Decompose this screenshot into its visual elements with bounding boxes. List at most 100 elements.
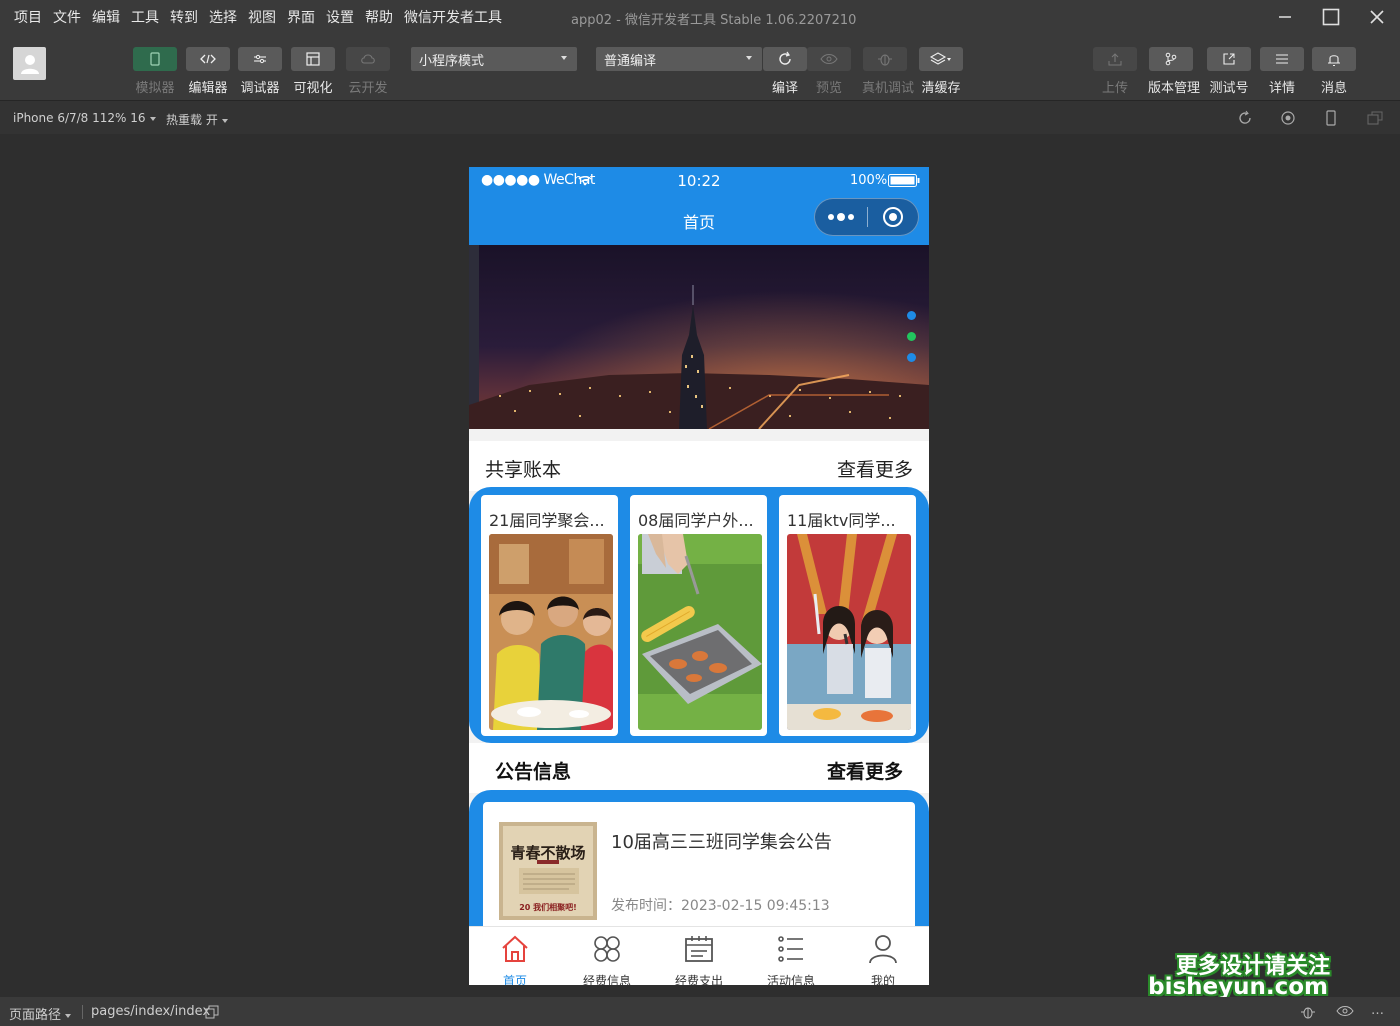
carousel-dot[interactable] — [907, 353, 916, 362]
chevron-down-icon — [221, 118, 228, 123]
user-avatar[interactable] — [13, 47, 46, 80]
rotate-icon[interactable] — [1237, 110, 1253, 126]
ledger-card[interactable]: 11届ktv同学... — [779, 495, 916, 736]
tab-expenses[interactable]: 经费支出 — [653, 927, 745, 985]
version-label: 版本管理 — [1148, 81, 1201, 96]
menu-interface[interactable]: 界面 — [287, 7, 315, 27]
eye-icon[interactable] — [1336, 1005, 1354, 1017]
tab-home[interactable]: 首页 — [469, 927, 561, 985]
phone-simulator: ●●●●● WeChat 10:22 100% 首页 共享账本 查看更多 21届… — [469, 167, 929, 985]
record-icon[interactable] — [1280, 110, 1296, 126]
eye-icon — [820, 53, 838, 65]
window-title: app02 - 微信开发者工具 Stable 1.06.2207210 — [571, 13, 857, 28]
tab-profile[interactable]: 我的 — [837, 927, 929, 985]
menu-items: 项目 文件 编辑 工具 转到 选择 视图 界面 设置 帮助 微信开发者工具 — [0, 7, 513, 27]
menu-icon — [1276, 54, 1288, 64]
menu-wechat-devtools[interactable]: 微信开发者工具 — [404, 7, 502, 27]
announcements-title: 公告信息 — [495, 761, 572, 783]
battery-icon — [888, 174, 920, 187]
menu-file[interactable]: 文件 — [53, 7, 81, 27]
menu-goto[interactable]: 转到 — [170, 7, 198, 27]
phone-tab-bar: 首页 经费信息 经费支出 活动信息 我的 — [469, 926, 929, 985]
tab-funds-info-label: 经费信息 — [582, 974, 631, 985]
menu-settings[interactable]: 设置 — [326, 7, 354, 27]
bell-icon — [1328, 54, 1340, 66]
maximize-button[interactable] — [1308, 0, 1354, 34]
cloud-tool[interactable]: 云开发 — [345, 47, 391, 96]
minimize-button[interactable] — [1262, 0, 1308, 34]
version-tool[interactable]: 版本管理 — [1148, 47, 1201, 96]
upload-tool[interactable]: 上传 — [1092, 47, 1138, 96]
test-account-tool[interactable]: 测试号 — [1206, 47, 1252, 96]
tab-funds-info[interactable]: 经费信息 — [561, 927, 653, 985]
editor-label: 编辑器 — [188, 81, 228, 96]
announcement-poster: 青春不散场 20 我们相聚吧! — [499, 822, 597, 920]
tab-activities[interactable]: 活动信息 — [745, 927, 837, 985]
clear-cache-tool[interactable]: 清缓存 — [918, 47, 964, 96]
menu-tools[interactable]: 工具 — [131, 7, 159, 27]
banner-carousel[interactable] — [469, 245, 929, 429]
debugger-tool[interactable]: 调试器 — [237, 47, 283, 96]
layers-icon — [930, 52, 951, 65]
close-button[interactable] — [1354, 0, 1400, 34]
battery-percent: 100% — [850, 173, 888, 188]
menu-project[interactable]: 项目 — [14, 7, 42, 27]
copy-icon[interactable] — [205, 1005, 219, 1019]
mode-select[interactable]: 小程序模式 — [411, 47, 577, 71]
upload-icon — [1108, 53, 1122, 66]
detach-window-icon[interactable] — [1367, 110, 1383, 126]
menu-help[interactable]: 帮助 — [365, 7, 393, 27]
compile-mode-select[interactable]: 普通编译 — [596, 47, 762, 71]
page-path-select[interactable]: 页面路径 — [9, 1004, 72, 1023]
carousel-dot-active[interactable] — [907, 332, 916, 341]
details-tool[interactable]: 详情 — [1259, 47, 1305, 96]
tab-expenses-label: 经费支出 — [674, 974, 723, 985]
more-icon[interactable]: … — [1371, 1003, 1384, 1018]
city-night-image — [469, 245, 929, 429]
announcements-header: 公告信息 查看更多 — [469, 743, 929, 793]
branch-icon — [1165, 52, 1177, 66]
carousel-dot[interactable] — [907, 311, 916, 320]
page-path-value: pages/index/index — [91, 1004, 211, 1019]
editor-tool[interactable]: 编辑器 — [185, 47, 231, 96]
chevron-down-icon — [746, 56, 752, 60]
simulator-tool[interactable]: 模拟器 — [132, 47, 178, 96]
announcement-title: 10届高三三班同学集会公告 — [611, 832, 832, 853]
upload-label: 上传 — [1101, 81, 1128, 96]
phone-icon[interactable] — [1323, 110, 1339, 126]
preview-label: 预览 — [815, 81, 842, 96]
remote-debug-tool[interactable]: 真机调试 — [862, 47, 914, 96]
refresh-icon — [779, 51, 791, 65]
poster-title: 青春不散场 — [510, 844, 585, 862]
user-icon — [20, 54, 39, 74]
grid-icon — [594, 936, 620, 962]
clear-cache-label: 清缓存 — [921, 81, 961, 96]
close-miniprogram-icon[interactable] — [882, 206, 904, 228]
party-photo — [489, 534, 613, 730]
minimize-icon — [1279, 16, 1291, 18]
visual-label: 可视化 — [293, 81, 333, 96]
phone-status-bar: ●●●●● WeChat 10:22 100% — [469, 167, 929, 193]
preview-tool[interactable]: 预览 — [806, 47, 852, 96]
announcement-time: 发布时间：2023-02-15 09:45:13 — [611, 898, 830, 914]
announcements-more-link[interactable]: 查看更多 — [827, 757, 903, 784]
phone-icon — [150, 52, 160, 66]
ledger-card-title: 11届ktv同学... — [787, 511, 896, 530]
hot-reload-value: 热重载 开 — [166, 113, 218, 127]
device-select[interactable]: iPhone 6/7/8 112% 16 — [13, 111, 156, 125]
divider — [82, 1005, 83, 1019]
visual-tool[interactable]: 可视化 — [290, 47, 336, 96]
ledger-card[interactable]: 21届同学聚会... — [481, 495, 618, 736]
compile-tool[interactable]: 编译 — [762, 47, 808, 96]
ledger-card[interactable]: 08届同学户外... — [630, 495, 767, 736]
bug-icon[interactable] — [1299, 1003, 1317, 1021]
menu-select[interactable]: 选择 — [209, 7, 237, 27]
list-icon — [778, 936, 803, 962]
maximize-icon — [1322, 8, 1340, 26]
menu-edit[interactable]: 编辑 — [92, 7, 120, 27]
menu-view[interactable]: 视图 — [248, 7, 276, 27]
hot-reload-toggle[interactable]: 热重载 开 — [166, 111, 228, 128]
more-icon[interactable] — [827, 212, 857, 222]
shared-ledger-more-link[interactable]: 查看更多 — [837, 455, 913, 482]
messages-tool[interactable]: 消息 — [1311, 47, 1357, 96]
